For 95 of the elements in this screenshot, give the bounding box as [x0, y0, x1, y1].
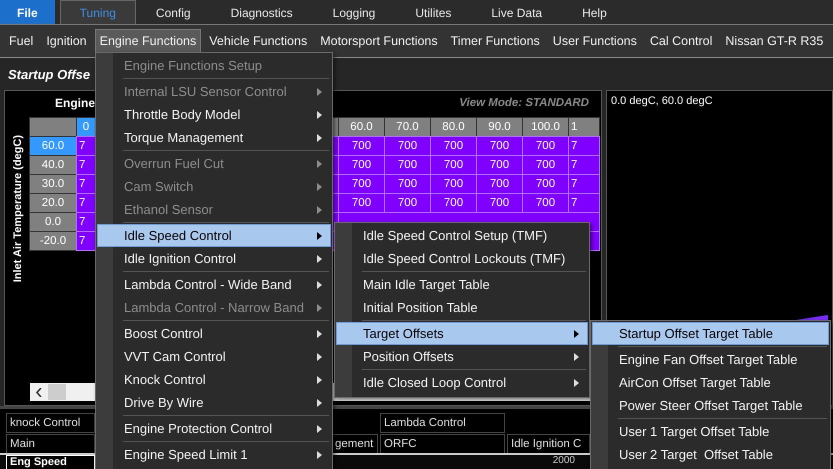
column-header[interactable]: 1 — [569, 118, 599, 136]
toolbar-menu[interactable]: Ignition — [41, 29, 92, 53]
view-tab[interactable]: ORFC — [380, 434, 505, 454]
table-cell[interactable]: 700 — [431, 137, 476, 155]
column-header[interactable]: 90.0 — [477, 118, 522, 136]
menu-item[interactable]: Engine Fan Offset Target Table — [592, 348, 829, 371]
menu-item[interactable]: Idle Speed Control Lockouts (TMF) — [336, 247, 588, 270]
table-cell[interactable]: 700 — [339, 194, 384, 212]
view-tab[interactable]: Main — [6, 434, 95, 454]
page-title: Startup Offse — [8, 66, 90, 82]
table-cell[interactable]: 700 — [523, 137, 568, 155]
file-menu-button[interactable]: File — [0, 0, 55, 24]
table-cell[interactable]: 700 — [477, 137, 522, 155]
row-header[interactable]: 0.0 — [30, 213, 76, 231]
menu-item[interactable]: VVT Cam Control — [97, 345, 331, 368]
menu-item[interactable]: Drive By Wire — [97, 391, 331, 414]
view-tab[interactable]: Lambda Control — [380, 413, 505, 433]
table-cell[interactable]: 700 — [431, 175, 476, 193]
table-cell[interactable]: 700 — [339, 137, 384, 155]
menu-item[interactable]: User 2 Target Offset Table — [592, 443, 829, 466]
menu-item[interactable]: Idle Ignition Control — [97, 247, 331, 270]
toolbar-menu[interactable]: Nissan GT-R R35 — [720, 29, 828, 53]
table-cell[interactable]: 7 — [77, 175, 95, 193]
menu-item[interactable]: AirCon Offset Target Table — [592, 371, 829, 394]
table-cell[interactable]: 700 — [385, 137, 430, 155]
toolbar-menu[interactable]: Cal Control — [644, 29, 718, 53]
toolbar-menu[interactable]: Vehicle Functions — [204, 29, 312, 53]
menu-item[interactable]: Main Idle Target Table — [336, 273, 588, 296]
menu-item[interactable]: Engine Protection Control — [97, 417, 331, 440]
table-cell[interactable]: 7 — [569, 156, 599, 174]
column-header[interactable]: 80.0 — [431, 118, 476, 136]
menu-item[interactable]: Idle Speed Control — [97, 224, 331, 247]
table-cell[interactable]: 700 — [477, 156, 522, 174]
graph-caption: 0.0 degC, 60.0 degC — [611, 95, 714, 107]
menu-item[interactable]: Torque Management — [97, 126, 331, 149]
toolbar-menu[interactable]: Engine Functions — [94, 29, 202, 53]
menu-item[interactable]: Idle Closed Loop Control — [336, 371, 588, 394]
toolbar-menu[interactable]: Timer Functions — [446, 29, 545, 53]
column-header[interactable]: 60.0 — [339, 118, 384, 136]
table-cell[interactable]: 700 — [477, 175, 522, 193]
ribbon-tab[interactable]: Utilites — [395, 0, 472, 24]
ribbon-tab[interactable]: Live Data — [471, 0, 562, 24]
table-cell[interactable]: 700 — [385, 156, 430, 174]
table-cell[interactable]: 700 — [339, 156, 384, 174]
view-tab[interactable]: gement — [331, 434, 378, 454]
ribbon-tab[interactable]: Diagnostics — [210, 0, 313, 24]
menu-item[interactable]: Power Steer Offset Target Table — [592, 394, 829, 417]
menu-item[interactable]: User 1 Target Offset Table — [592, 420, 829, 443]
view-tab[interactable]: Idle Ignition C — [507, 434, 590, 454]
table-cell[interactable]: 7 — [77, 156, 95, 174]
menu-item[interactable]: Knock Control — [97, 368, 331, 391]
ribbon-tab[interactable]: Tuning — [60, 0, 136, 24]
column-header[interactable]: 70.0 — [385, 118, 430, 136]
table-cell[interactable]: 700 — [385, 175, 430, 193]
column-header[interactable]: 100.0 — [523, 118, 568, 136]
menu-item[interactable]: Target Offsets — [336, 322, 588, 345]
table-heading: Engine — [55, 96, 96, 110]
ribbon-tab[interactable]: Logging — [312, 0, 396, 24]
menu-item[interactable]: Initial Position Table — [336, 296, 588, 319]
table-cell[interactable]: 700 — [477, 194, 522, 212]
menu-item[interactable]: Throttle Body Model — [97, 103, 331, 126]
toolbar-menu[interactable]: Motorsport Functions — [315, 29, 443, 53]
ribbon-tab[interactable]: Config — [136, 0, 211, 24]
table-cell[interactable]: 7 — [569, 175, 599, 193]
table-cell[interactable]: 700 — [431, 156, 476, 174]
axis-tick: 2000 — [552, 455, 575, 468]
menu-item[interactable]: Engine Speed Limit 1 — [97, 443, 331, 466]
table-cell[interactable]: 7 — [77, 194, 95, 212]
toolbar-menu[interactable]: Fuel — [4, 29, 38, 53]
table-cell[interactable]: 700 — [339, 175, 384, 193]
table-cell[interactable]: 7 — [77, 213, 95, 231]
table-cell[interactable]: 700 — [523, 156, 568, 174]
menu-item[interactable]: Startup Offset Target Table — [592, 322, 829, 345]
table-cell[interactable]: 700 — [523, 175, 568, 193]
menu-item[interactable]: Lambda Control - Wide Band — [97, 273, 331, 296]
channel-label: Eng Speed — [6, 455, 95, 469]
table-cell[interactable]: 7 — [77, 232, 95, 250]
table-cell[interactable]: 700 — [385, 194, 430, 212]
row-header[interactable]: -20.0 — [30, 232, 76, 250]
toolbar-menu[interactable]: User Functions — [548, 29, 642, 53]
table-cell[interactable]: 700 — [431, 194, 476, 212]
menu-item[interactable]: Boost Control — [97, 322, 331, 345]
table-cell[interactable]: 7 — [569, 137, 599, 155]
table-cell[interactable]: 7 — [569, 194, 599, 212]
table-cell[interactable]: 7 — [77, 137, 95, 155]
row-header[interactable]: 30.0 — [30, 175, 76, 193]
menu-item[interactable]: Idle Speed Control Setup (TMF) — [336, 224, 588, 247]
row-header[interactable]: 40.0 — [30, 156, 76, 174]
row-header[interactable]: 20.0 — [30, 194, 76, 212]
ribbon-tab[interactable]: Help — [562, 0, 627, 24]
menu-item[interactable]: Position Offsets — [336, 345, 588, 368]
view-tab[interactable]: knock Control — [6, 413, 95, 433]
axis-label: Inlet Air Temperature (degC) — [12, 135, 24, 282]
table-cell[interactable]: 700 — [523, 194, 568, 212]
view-mode-label: View Mode: STANDARD — [459, 97, 589, 109]
